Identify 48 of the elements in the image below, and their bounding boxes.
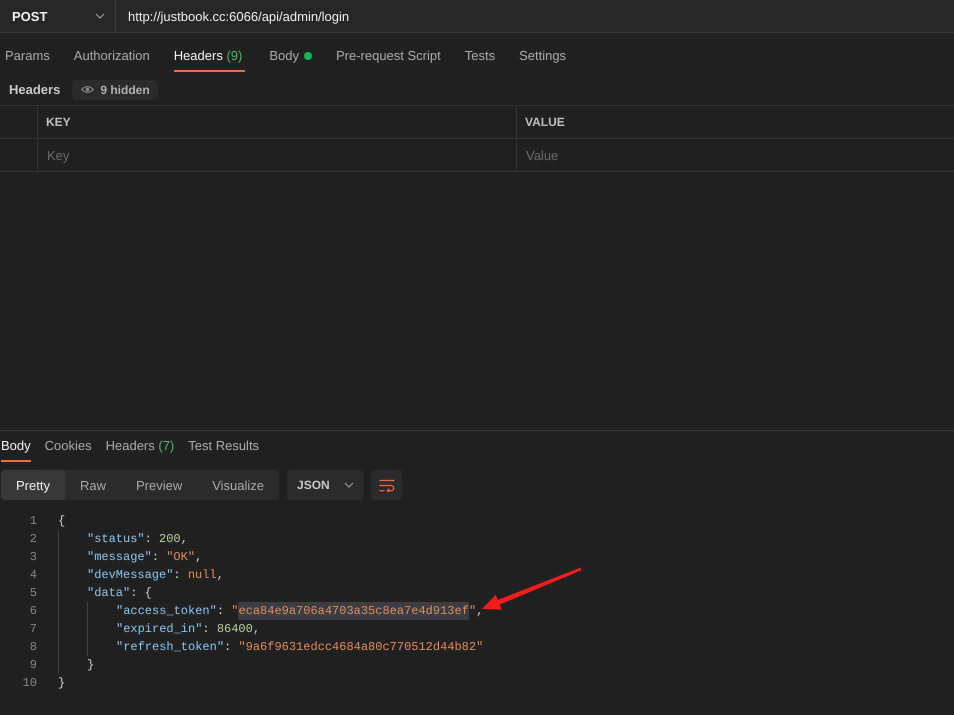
response-tab[interactable]: Cookies: [44, 431, 92, 462]
code-line: "refresh_token": "9a6f9631edcc4684a80c770512d44b82": [116, 639, 484, 656]
url-field[interactable]: http://justbook.cc:6066/api/admin/login: [116, 0, 954, 32]
response-tab[interactable]: Body: [1, 431, 31, 462]
format-dropdown[interactable]: JSON: [287, 470, 364, 500]
code-line: "expired_in": 86400,: [116, 621, 260, 638]
view-mode-tab[interactable]: Raw: [64, 470, 121, 500]
eye-icon: [81, 85, 94, 94]
code-line: "devMessage": null,: [87, 567, 224, 584]
column-header: KEY: [45, 115, 71, 129]
request-tab[interactable]: Tests: [464, 42, 496, 72]
code-line: }: [87, 657, 94, 674]
line-number: 2: [28, 531, 37, 548]
line-number: 8: [28, 639, 37, 656]
method-dropdown[interactable]: POST: [0, 0, 116, 32]
line-number: 7: [28, 621, 37, 638]
value-field[interactable]: Value: [517, 139, 954, 171]
line-number: 5: [28, 585, 37, 602]
view-mode-tab[interactable]: Visualize: [197, 470, 280, 500]
line-number: 3: [28, 549, 37, 566]
code-line: "data": {: [87, 585, 152, 602]
request-tab[interactable]: Pre-request Script: [336, 42, 441, 72]
headers-title: Headers: [9, 82, 60, 97]
view-mode-tab[interactable]: Pretty: [1, 470, 65, 500]
line-number: 4: [28, 567, 37, 584]
chevron-icon: [95, 13, 105, 19]
code-line: "message": "OK",: [87, 549, 202, 566]
line-number: 10: [22, 675, 37, 692]
request-tab[interactable]: Authorization: [74, 42, 150, 72]
code-line: }: [58, 675, 66, 692]
response-tab[interactable]: Headers (7): [106, 431, 174, 462]
line-number: 6: [28, 603, 37, 620]
hidden-headers-toggle[interactable]: 9 hidden: [72, 80, 158, 100]
wrap-icon: [378, 478, 395, 492]
code-line: {: [58, 513, 66, 530]
view-mode-tab[interactable]: Preview: [120, 470, 198, 500]
request-tab[interactable]: Headers (9): [174, 42, 246, 72]
column-header: VALUE: [524, 115, 565, 129]
word-wrap-button[interactable]: [371, 470, 402, 500]
request-tab[interactable]: Body: [269, 42, 312, 72]
code-line: "status": 200,: [87, 531, 188, 548]
line-number: 1: [28, 513, 37, 530]
line-number: 9: [28, 657, 37, 674]
response-tab[interactable]: Test Results: [188, 431, 260, 462]
request-tab[interactable]: Params: [5, 42, 50, 72]
key-field[interactable]: Key: [38, 139, 516, 171]
request-tab[interactable]: Settings: [519, 42, 566, 72]
chevron-icon: [344, 482, 354, 488]
